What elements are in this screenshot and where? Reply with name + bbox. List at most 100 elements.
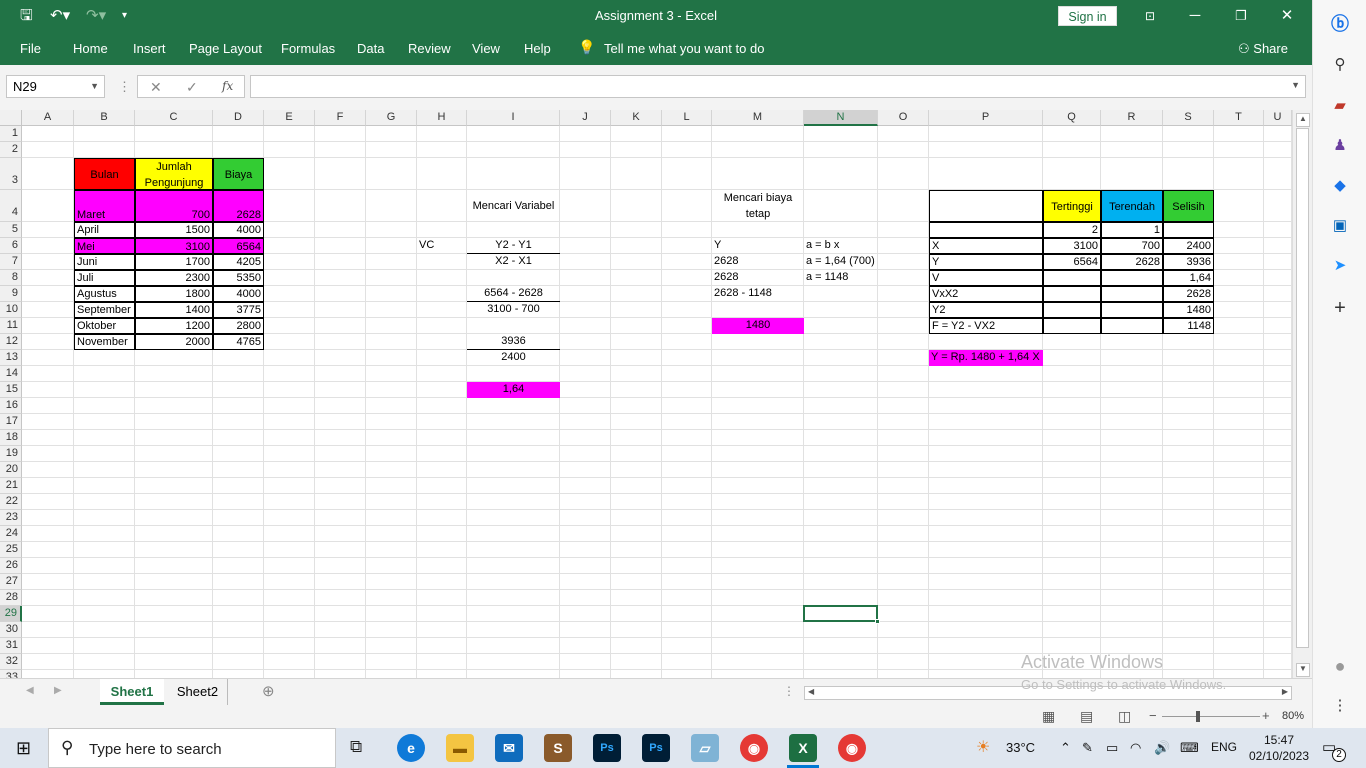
row-header-12[interactable]: 12	[0, 334, 22, 350]
cell-r9[interactable]	[1101, 286, 1163, 302]
column-header-b[interactable]: B	[74, 110, 135, 126]
add-icon[interactable]: +	[1330, 298, 1350, 318]
cell-r5[interactable]: 1	[1101, 222, 1163, 238]
cell-p7[interactable]: Y	[929, 254, 1043, 270]
cell-i13[interactable]: 2400	[467, 350, 560, 366]
row-header-18[interactable]: 18	[0, 430, 22, 446]
active-cell-n29[interactable]	[803, 605, 878, 622]
cell-c11[interactable]: 1200	[135, 318, 213, 334]
tab-home[interactable]: Home	[73, 41, 108, 56]
cell-m4[interactable]: Mencari biaya tetap	[712, 190, 804, 222]
edge-icon[interactable]: e	[397, 734, 425, 762]
cell-b7[interactable]: Juni	[74, 254, 135, 270]
cell-n7[interactable]: a = 1,64 (700)	[804, 254, 878, 270]
outlook-icon[interactable]: ▣	[1330, 216, 1350, 236]
tab-sheet2[interactable]: Sheet2	[168, 679, 228, 705]
next-sheet-icon[interactable]: ▶	[54, 685, 62, 696]
restore-button[interactable]: ❐	[1226, 4, 1256, 28]
prev-sheet-icon[interactable]: ◀	[26, 685, 34, 696]
row-header-14[interactable]: 14	[0, 366, 22, 382]
tab-help[interactable]: Help	[524, 41, 551, 56]
row-header-6[interactable]: 6	[0, 238, 22, 254]
cell-m7[interactable]: 2628	[712, 254, 804, 270]
vertical-scrollbar[interactable]: ▲ ▼	[1292, 110, 1312, 678]
cell-q8[interactable]	[1043, 270, 1101, 286]
cell-d8[interactable]: 5350	[213, 270, 264, 286]
cancel-icon[interactable]: ✕	[150, 79, 162, 96]
cell-r4[interactable]: Terendah	[1101, 190, 1163, 222]
column-header-h[interactable]: H	[417, 110, 467, 126]
keyboard-icon[interactable]: ⌨	[1180, 740, 1199, 756]
cell-d9[interactable]: 4000	[213, 286, 264, 302]
cell-s7[interactable]: 3936	[1163, 254, 1214, 270]
cell-p5[interactable]	[929, 222, 1043, 238]
battery-icon[interactable]: ▭	[1106, 740, 1118, 756]
column-header-u[interactable]: U	[1264, 110, 1292, 126]
cell-c6[interactable]: 3100	[135, 238, 213, 254]
column-header-p[interactable]: P	[929, 110, 1043, 126]
cell-i15[interactable]: 1,64	[467, 382, 560, 398]
tab-sheet1[interactable]: Sheet1	[100, 679, 164, 705]
column-header-a[interactable]: A	[22, 110, 74, 126]
worksheet-grid[interactable]: A B C D E F G H I J K L M N O P Q R S T U 1 2 3 4 5 6 7 8 9 10 11 12 13 14…	[0, 110, 1292, 678]
tab-page-layout[interactable]: Page Layout	[189, 41, 262, 56]
profile-icon[interactable]: ●	[1330, 656, 1350, 676]
add-sheet-icon[interactable]: ⊕	[262, 682, 275, 700]
ribbon-display-icon[interactable]: ⊡	[1135, 4, 1165, 28]
row-header-22[interactable]: 22	[0, 494, 22, 510]
tab-view[interactable]: View	[472, 41, 500, 56]
row-header-3[interactable]: 3	[0, 158, 22, 190]
page-layout-view-icon[interactable]: ▤	[1080, 708, 1093, 725]
row-header-23[interactable]: 23	[0, 510, 22, 526]
tab-data[interactable]: Data	[357, 41, 384, 56]
cell-i12[interactable]: 3936	[467, 334, 560, 350]
cell-p9[interactable]: VxX2	[929, 286, 1043, 302]
row-header-28[interactable]: 28	[0, 590, 22, 606]
cell-m6[interactable]: Y	[712, 238, 804, 254]
cell-b8[interactable]: Juli	[74, 270, 135, 286]
column-header-n[interactable]: N	[804, 110, 878, 126]
name-box[interactable]: N29 ▼	[6, 75, 105, 98]
column-header-g[interactable]: G	[366, 110, 417, 126]
row-header-21[interactable]: 21	[0, 478, 22, 494]
cell-s11[interactable]: 1148	[1163, 318, 1214, 334]
chrome-icon[interactable]: ◉	[740, 734, 768, 762]
cell-d5[interactable]: 4000	[213, 222, 264, 238]
row-header-26[interactable]: 26	[0, 558, 22, 574]
cell-p11[interactable]: F = Y2 - VX2	[929, 318, 1043, 334]
tab-file[interactable]: File	[20, 41, 41, 56]
notepad-icon[interactable]: ▱	[691, 734, 719, 762]
cell-d11[interactable]: 2800	[213, 318, 264, 334]
row-header-27[interactable]: 27	[0, 574, 22, 590]
cell-b6[interactable]: Mei	[74, 238, 135, 254]
scroll-right-icon[interactable]: ▶	[1282, 687, 1288, 696]
cell-p6[interactable]: X	[929, 238, 1043, 254]
weather-icon[interactable]: ☀	[976, 737, 990, 757]
fill-handle[interactable]	[875, 619, 880, 624]
row-header-10[interactable]: 10	[0, 302, 22, 318]
more-options-icon[interactable]: ⋮	[1330, 696, 1350, 716]
cell-s10[interactable]: 1480	[1163, 302, 1214, 318]
cell-d12[interactable]: 4765	[213, 334, 264, 350]
cell-n8[interactable]: a = 1148	[804, 270, 878, 286]
column-header-q[interactable]: Q	[1043, 110, 1101, 126]
row-header-15[interactable]: 15	[0, 382, 22, 398]
send-icon[interactable]: ➤	[1330, 256, 1350, 276]
cell-q11[interactable]	[1043, 318, 1101, 334]
office-icon[interactable]: ◆	[1330, 176, 1350, 196]
bing-icon[interactable]: ⓑ	[1330, 14, 1350, 34]
scroll-up-icon[interactable]: ▲	[1296, 113, 1310, 127]
zoom-out-icon[interactable]: −	[1149, 708, 1157, 723]
column-header-r[interactable]: R	[1101, 110, 1163, 126]
toolbox-icon[interactable]: ▰	[1330, 96, 1350, 116]
photoshop-icon[interactable]: Ps	[593, 734, 621, 762]
windows-start-icon[interactable]: ⊞	[16, 738, 31, 759]
row-header-1[interactable]: 1	[0, 126, 22, 142]
insert-function-icon[interactable]: fx	[222, 79, 233, 93]
cell-q4[interactable]: Tertinggi	[1043, 190, 1101, 222]
temperature[interactable]: 33°C	[1006, 740, 1035, 755]
games-icon[interactable]: ♟	[1330, 136, 1350, 156]
cell-p13[interactable]: Y = Rp. 1480 + 1,64 X	[929, 350, 1043, 366]
sign-in-button[interactable]: Sign in	[1058, 6, 1117, 26]
taskbar-search[interactable]: ⚲ Type here to search	[48, 728, 336, 768]
